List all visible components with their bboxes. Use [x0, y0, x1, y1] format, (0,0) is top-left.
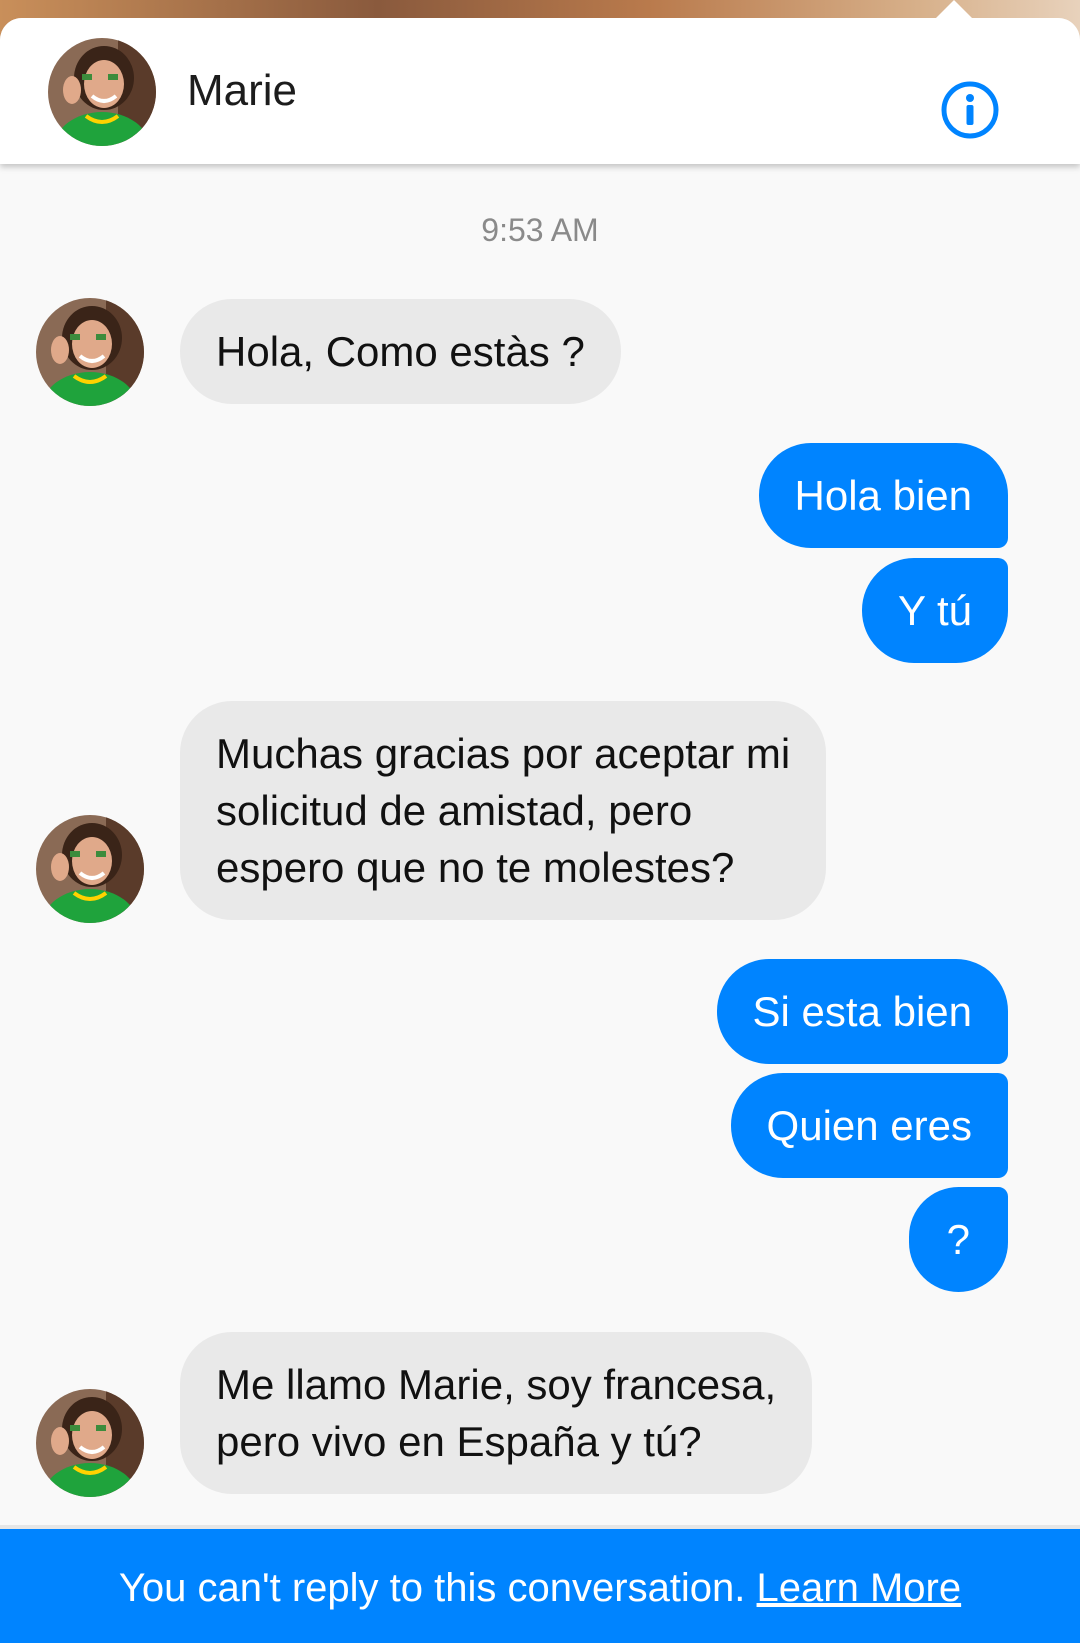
- contact-avatar[interactable]: [48, 38, 156, 146]
- outgoing-message[interactable]: ?: [908, 1187, 1008, 1292]
- learn-more-link[interactable]: Learn More: [757, 1566, 962, 1610]
- outgoing-message[interactable]: Si esta bien: [716, 959, 1008, 1064]
- reply-disabled-banner: You can't reply to this conversation. Le…: [0, 1525, 1080, 1643]
- outgoing-message[interactable]: Y tú: [862, 558, 1008, 663]
- outgoing-message[interactable]: Hola bien: [758, 443, 1008, 548]
- conversation-sheet: Marie 9:53 AM Hola, Como estàs ? Hola bi…: [0, 18, 1080, 1643]
- incoming-message[interactable]: Muchas gracias por aceptar mi solicitud …: [180, 701, 827, 920]
- info-icon[interactable]: [940, 80, 1000, 140]
- incoming-message[interactable]: Me llamo Marie, soy francesa, pero vivo …: [180, 1332, 813, 1494]
- contact-avatar[interactable]: [36, 298, 144, 406]
- incoming-message[interactable]: Hola, Como estàs ?: [180, 299, 621, 404]
- contact-avatar[interactable]: [36, 815, 144, 923]
- conversation-header: Marie: [0, 18, 1080, 164]
- contact-name: Marie: [187, 66, 298, 115]
- reply-disabled-notice: You can't reply to this conversation.: [118, 1566, 746, 1610]
- outgoing-message[interactable]: Quien eres: [730, 1073, 1008, 1178]
- message-timestamp: 9:53 AM: [481, 212, 599, 248]
- contact-avatar[interactable]: [36, 1389, 144, 1497]
